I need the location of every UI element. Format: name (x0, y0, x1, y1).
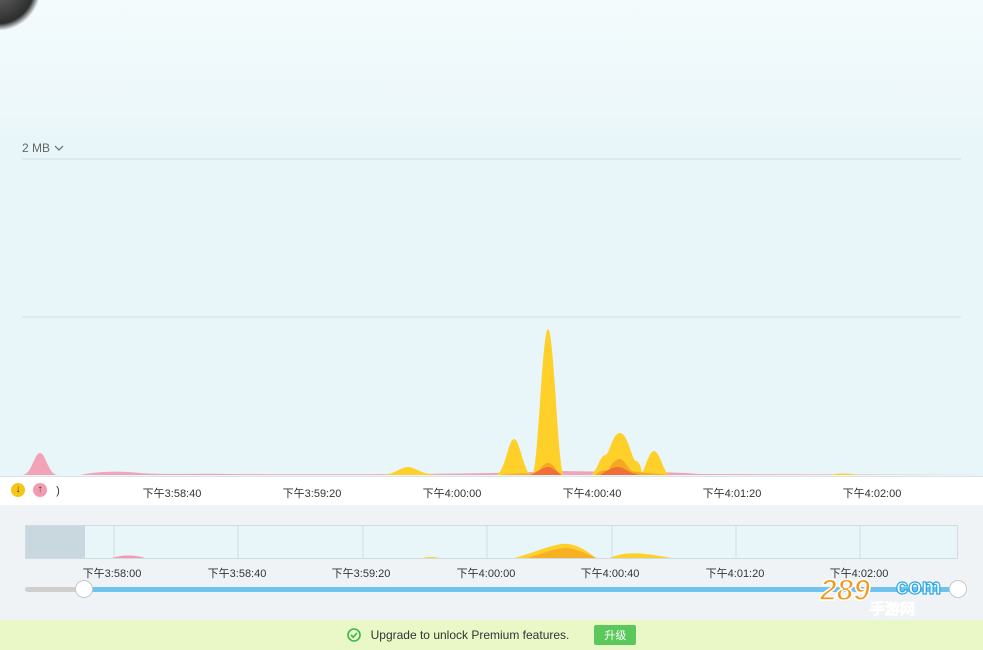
overview-chart[interactable] (25, 525, 958, 559)
overview-tick: 下午3:58:40 (207, 568, 267, 580)
overview-tick: 下午3:59:20 (331, 568, 391, 580)
overview-tick: 下午4:00:00 (456, 568, 516, 580)
time-axis: ↓ ↑ ) 下午3:58:40 下午3:59:20 下午4:00:00 下午4:… (0, 476, 983, 506)
arrow-up-icon[interactable]: ↑ (33, 483, 47, 497)
overview-graph (111, 526, 861, 558)
axis-tick: 下午3:59:20 (282, 488, 342, 500)
axis-tick: 下午3:58:40 (142, 488, 202, 500)
upgrade-message: Upgrade to unlock Premium features. (370, 628, 570, 642)
header-area (0, 0, 983, 135)
chevron-down-icon (54, 145, 64, 151)
watermark-com: com (896, 574, 941, 599)
overview-tick: 下午4:01:20 (705, 568, 765, 580)
overview-tick: 下午3:58:00 (82, 568, 142, 580)
overview-tick: 下午4:00:40 (580, 568, 640, 580)
site-watermark-logo: 289 com 手游网 (818, 573, 942, 618)
upgrade-banner: Upgrade to unlock Premium features. 升级 (0, 620, 983, 650)
network-monitor-window: 2 MB ↓ ↑ ) 下午3:58:40 下午3:59:20 下午4:00:00… (0, 0, 983, 650)
axis-tick: 下午4:01:20 (702, 488, 762, 500)
overview-upload-area (111, 555, 146, 558)
axis-tick: 下午4:02:00 (842, 488, 902, 500)
axis-edge-label: ) (56, 485, 60, 497)
scale-selector[interactable]: 2 MB (22, 141, 64, 155)
axis-tick: 下午4:00:00 (422, 488, 482, 500)
scale-label: 2 MB (22, 141, 51, 155)
range-slider-start-handle[interactable] (75, 580, 93, 598)
arrow-down-icon[interactable]: ↓ (11, 483, 25, 497)
watermark-number: 289 (819, 574, 870, 607)
decorative-blob (0, 0, 40, 30)
download-series-area (380, 329, 858, 475)
axis-tick: 下午4:00:40 (562, 488, 622, 500)
watermark-subtitle: 手游网 (870, 600, 915, 618)
overview-selection-mask (26, 526, 85, 558)
check-circle-icon (346, 628, 361, 642)
upgrade-button[interactable]: 升级 (594, 625, 637, 645)
traffic-chart (22, 158, 983, 475)
